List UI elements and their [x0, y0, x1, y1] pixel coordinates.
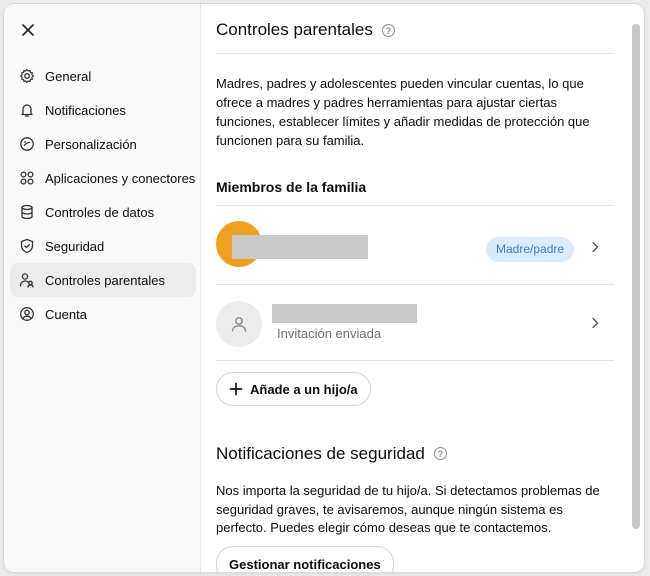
sidebar-item-label: General — [45, 68, 92, 84]
gear-icon — [18, 67, 36, 85]
sidebar-item-apps[interactable]: Aplicaciones y conectores — [10, 161, 196, 195]
avatar — [216, 301, 262, 347]
family-icon — [18, 271, 36, 289]
sidebar-item-parental-controls[interactable]: Controles parentales — [10, 263, 196, 297]
shield-icon — [18, 237, 36, 255]
divider — [216, 360, 614, 361]
sidebar-item-security[interactable]: Seguridad — [10, 229, 196, 263]
divider — [216, 284, 614, 285]
chevron-right-icon — [589, 241, 601, 253]
parental-controls-description: Madres, padres y adolescentes pueden vin… — [216, 76, 590, 148]
database-icon — [18, 203, 36, 221]
sidebar-item-personalization[interactable]: Personalización — [10, 127, 196, 161]
invitation-status: Invitación enviada — [277, 326, 382, 341]
help-icon[interactable]: ? — [433, 447, 447, 460]
sidebar-item-label: Aplicaciones y conectores — [45, 170, 196, 186]
role-badge: Madre/padre — [486, 237, 575, 262]
manage-notifications-label: Gestionar notificaciones — [229, 556, 381, 572]
sidebar-item-label: Personalización — [45, 136, 137, 152]
palette-icon — [18, 135, 36, 153]
family-member-row[interactable]: Invitación enviada — [216, 294, 614, 354]
sidebar-item-label: Cuenta — [45, 306, 87, 322]
close-button[interactable] — [18, 20, 38, 40]
safety-notifications-description: Nos importa la seguridad de tu hijo/a. S… — [216, 483, 600, 535]
sidebar-item-label: Seguridad — [45, 238, 105, 254]
sidebar: General Notificaciones Personalización A… — [4, 4, 201, 572]
sidebar-item-account[interactable]: Cuenta — [10, 297, 196, 331]
user-circle-icon — [18, 305, 36, 323]
redacted-member-name — [272, 304, 417, 323]
sidebar-item-notifications[interactable]: Notificaciones — [10, 93, 196, 127]
close-icon — [22, 24, 34, 36]
scrollbar[interactable] — [632, 24, 640, 529]
sidebar-item-label: Controles de datos — [45, 204, 155, 220]
safety-notifications-heading: Notificaciones de seguridad ? — [216, 444, 447, 464]
sidebar-item-general[interactable]: General — [10, 59, 196, 93]
add-child-button[interactable]: Añade a un hijo/a — [216, 372, 371, 406]
bell-icon — [18, 101, 36, 119]
sidebar-item-label: Controles parentales — [45, 272, 165, 288]
panel-header: Controles parentales ? — [216, 20, 614, 54]
user-placeholder-icon — [231, 317, 247, 332]
safety-notifications-title: Notificaciones de seguridad — [216, 444, 425, 463]
family-member-row[interactable]: Madre/padre — [216, 214, 614, 274]
chevron-right-icon — [589, 317, 601, 329]
add-child-label: Añade a un hijo/a — [250, 381, 358, 397]
sidebar-item-label: Notificaciones — [45, 102, 126, 118]
manage-notifications-button[interactable]: Gestionar notificaciones — [216, 546, 394, 572]
main-panel: Controles parentales ? Madres, padres y … — [216, 4, 616, 572]
divider — [216, 205, 614, 206]
help-icon[interactable]: ? — [381, 24, 395, 37]
page-title: Controles parentales — [216, 20, 373, 39]
plus-icon — [229, 382, 243, 396]
redacted-member-name — [232, 235, 368, 259]
apps-icon — [18, 169, 36, 187]
family-members-heading: Miembros de la familia — [216, 179, 367, 195]
settings-nav: General Notificaciones Personalización A… — [10, 59, 196, 331]
settings-dialog: General Notificaciones Personalización A… — [4, 4, 644, 572]
sidebar-item-data-controls[interactable]: Controles de datos — [10, 195, 196, 229]
